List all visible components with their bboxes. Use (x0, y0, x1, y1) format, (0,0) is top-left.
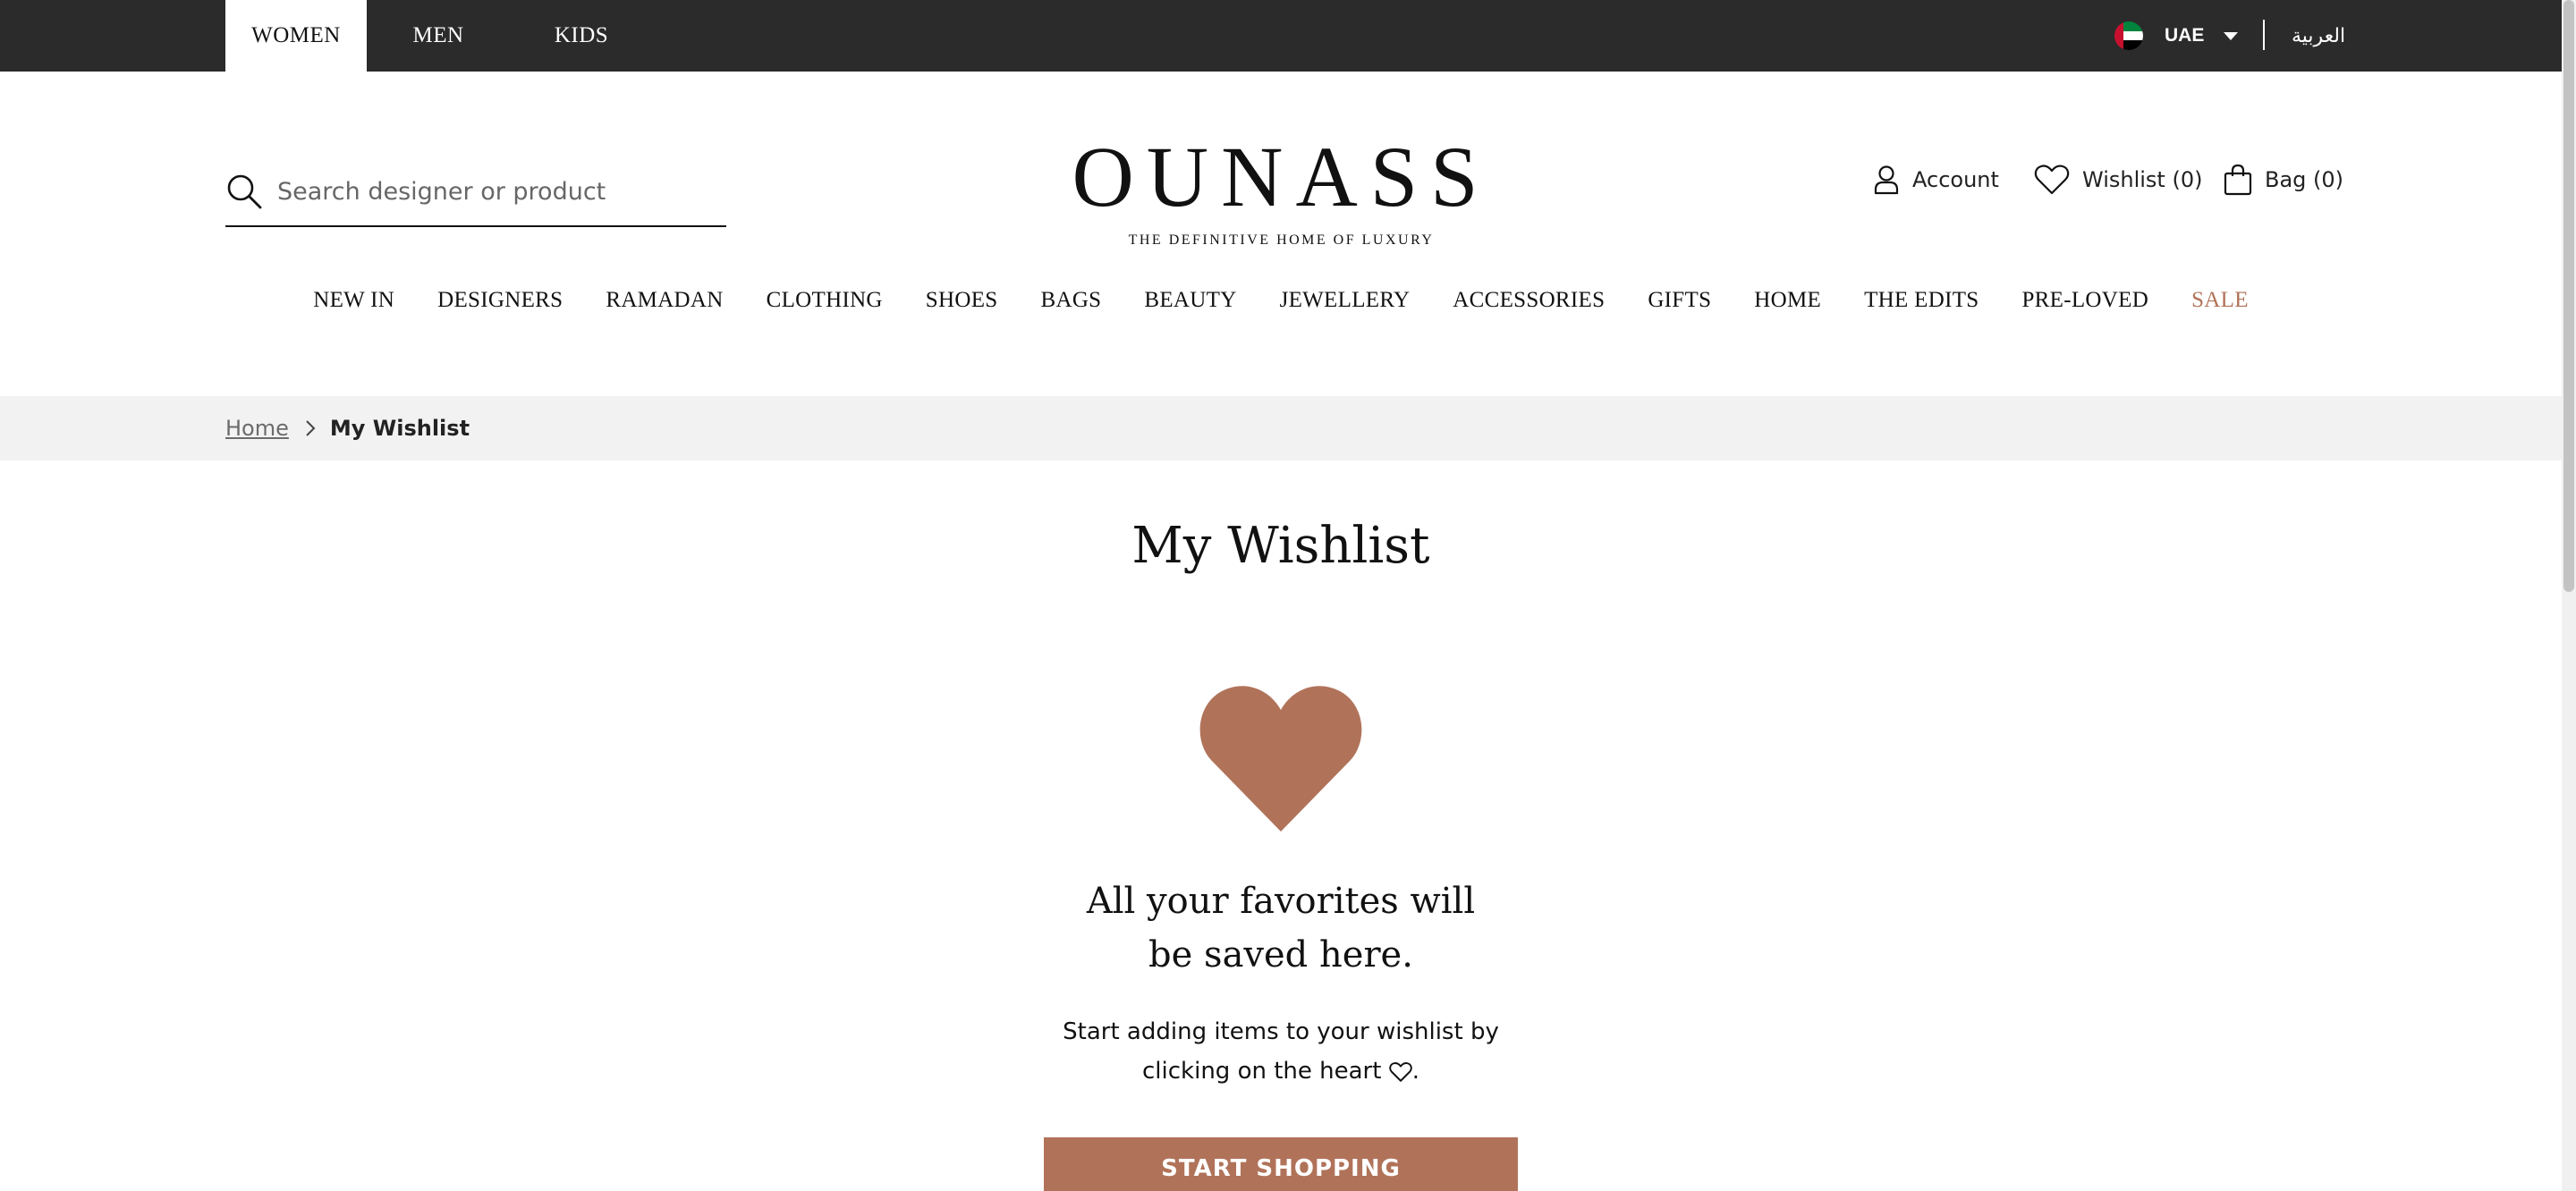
logo[interactable]: OUNASS THE DEFINITIVE HOME OF LUXURY (1029, 134, 1534, 249)
top-bar: WOMEN MEN KIDS UAE العربية (0, 0, 2562, 72)
nav-item-ramadan[interactable]: RAMADAN (606, 288, 723, 327)
region-selector[interactable]: UAE (2114, 0, 2239, 72)
nav-item-accessories[interactable]: ACCESSORIES (1453, 288, 1605, 327)
account-link[interactable]: Account (1873, 157, 1999, 202)
bag-label: Bag (0) (2265, 167, 2344, 192)
nav-item-pre-loved[interactable]: PRE-LOVED (2021, 288, 2148, 327)
uae-flag-icon (2114, 21, 2143, 50)
nav-item-sale[interactable]: SALE (2191, 288, 2249, 327)
page-title: My Wishlist (1131, 517, 1430, 575)
empty-heading-line-1: All your favorites will (1086, 881, 1476, 922)
heart-icon (1199, 686, 1362, 832)
user-icon (1874, 165, 1899, 195)
search-input[interactable] (277, 177, 707, 206)
nav-item-the-edits[interactable]: THE EDITS (1864, 288, 1979, 327)
search-bar (225, 157, 726, 227)
language-switch[interactable]: العربية (2292, 0, 2345, 72)
tab-women[interactable]: WOMEN (225, 0, 367, 72)
breadcrumb-current: My Wishlist (329, 416, 470, 441)
nav-item-shoes[interactable]: SHOES (926, 288, 998, 327)
heart-icon (2034, 165, 2070, 195)
nav-item-gifts[interactable]: GIFTS (1648, 288, 1711, 327)
nav-item-clothing[interactable]: CLOTHING (767, 288, 883, 327)
nav-item-new-in[interactable]: NEW IN (313, 288, 394, 327)
nav-item-bags[interactable]: BAGS (1040, 288, 1101, 327)
tab-kids[interactable]: KIDS (510, 0, 653, 72)
nav-item-jewellery[interactable]: JEWELLERY (1280, 288, 1411, 327)
wishlist-link[interactable]: Wishlist (0) (2034, 157, 2202, 202)
empty-text-period: . (1411, 1058, 1419, 1085)
search-icon[interactable] (225, 173, 263, 210)
bag-icon (2224, 164, 2252, 196)
bag-link[interactable]: Bag (0) (2224, 157, 2343, 202)
wishlist-label: Wishlist (0) (2082, 167, 2203, 192)
nav-item-designers[interactable]: DESIGNERS (437, 288, 563, 327)
empty-text-line-1: Start adding items to your wishlist by (1063, 1018, 1499, 1045)
tab-men[interactable]: MEN (367, 0, 510, 72)
empty-state-text: Start adding items to your wishlist by c… (0, 1012, 2562, 1091)
empty-heading-line-2: be saved here. (1148, 934, 1413, 976)
nav-item-beauty[interactable]: BEAUTY (1144, 288, 1236, 327)
divider (2263, 20, 2265, 50)
logo-wordmark: OUNASS (1072, 129, 1491, 224)
logo-tagline: THE DEFINITIVE HOME OF LUXURY (1128, 232, 1435, 248)
breadcrumb-bar: Home My Wishlist (0, 396, 2562, 460)
caret-down-icon (2224, 31, 2239, 40)
scrollbar-thumb[interactable] (2563, 0, 2574, 592)
empty-state-heading: All your favorites will be saved here. (0, 874, 2562, 982)
region-label: UAE (2165, 25, 2205, 46)
empty-text-line-2: clicking on the heart . (0, 1052, 2562, 1091)
heart-outline-icon (1388, 1061, 1412, 1082)
account-label: Account (1912, 167, 1999, 192)
breadcrumb-home-link[interactable]: Home (225, 416, 289, 441)
breadcrumb: Home My Wishlist (225, 396, 470, 460)
chevron-right-icon (305, 419, 316, 437)
main-nav: NEW IN DESIGNERS RAMADAN CLOTHING SHOES … (0, 288, 2562, 327)
start-shopping-button[interactable]: START SHOPPING (1044, 1137, 1518, 1191)
empty-text-line-2-label: clicking on the heart (1142, 1058, 1382, 1085)
nav-item-home[interactable]: HOME (1754, 288, 1821, 327)
